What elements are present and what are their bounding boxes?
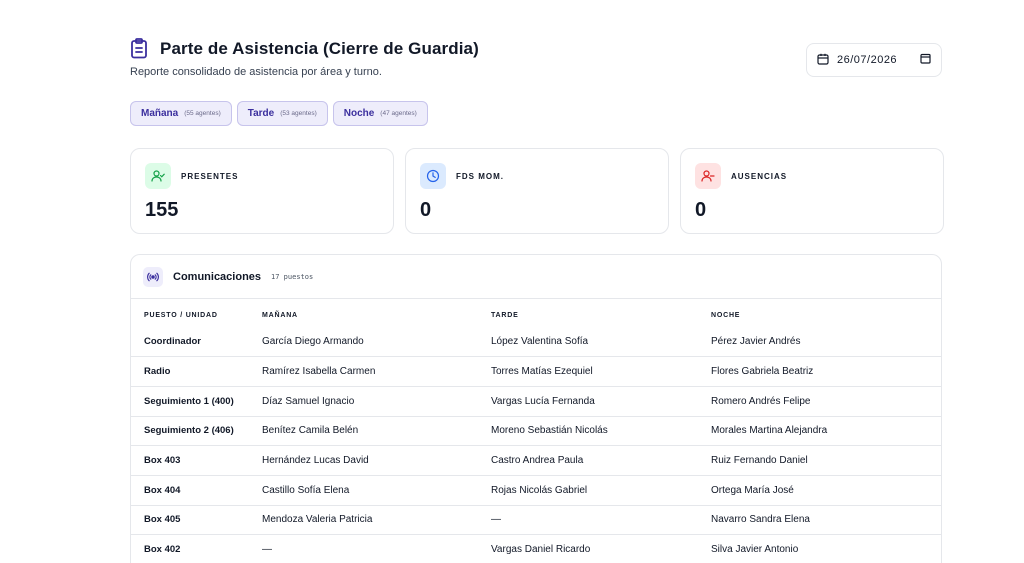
table-row: Coordinador García Diego Armando López V… [131, 327, 941, 357]
shift-label: Tarde [247, 108, 275, 119]
manana-cell: García Diego Armando [262, 336, 364, 348]
stat-card-fds: FDS MOM. 0 [405, 148, 669, 234]
panel-count: 17 puestos [271, 272, 314, 281]
calendar-icon [817, 53, 829, 68]
unit-cell: Box 404 [131, 474, 262, 506]
radio-icon [143, 266, 163, 287]
page-title: Parte de Asistencia (Cierre de Guardia) [160, 39, 479, 58]
user-check-icon [145, 163, 171, 189]
calendar-picker-icon[interactable] [920, 53, 931, 67]
noche-cell: Romero Andrés Felipe [711, 385, 941, 417]
manana-cell: Díaz Samuel Ignacio [262, 385, 491, 417]
stat-value: 155 [145, 199, 179, 221]
shift-filters: Mañana (55 agentes) Tarde (53 agentes) N… [130, 101, 428, 126]
stat-label: PRESENTES [181, 171, 239, 181]
tarde-cell: Torres Matías Ezequiel [491, 356, 711, 387]
noche-cell: Flores Gabriela Beatriz [711, 356, 941, 387]
stat-label: FDS MOM. [456, 171, 504, 181]
manana-cell: — [262, 534, 491, 563]
noche-cell: Morales Martina Alejandra [711, 415, 941, 446]
column-header: PUESTO / UNIDAD [144, 311, 218, 319]
stat-value: 0 [695, 199, 707, 221]
date-picker[interactable]: 26/07/2026 [806, 43, 942, 77]
table-row: Seguimiento 2 (406) Benítez Camila Belén… [131, 415, 941, 446]
stat-label: AUSENCIAS [731, 171, 788, 181]
page-subtitle: Reporte consolidado de asistencia por ár… [130, 66, 382, 78]
stat-card-presentes: PRESENTES 155 [130, 148, 394, 234]
clipboard-icon [130, 38, 150, 60]
table-row: Box 403 Hernández Lucas David Castro And… [131, 445, 941, 476]
manana-cell: Mendoza Valeria Patricia [262, 504, 491, 535]
panel-title: Comunicaciones [173, 270, 262, 283]
noche-cell: Silva Javier Antonio [711, 534, 941, 563]
unit-cell: Coordinador [144, 336, 201, 348]
table-header-row: PUESTO / UNIDAD MAÑANA TARDE NOCHE [131, 299, 941, 327]
noche-cell: Ruiz Fernando Daniel [711, 445, 941, 476]
shift-chip-noche[interactable]: Noche (47 agentes) [332, 101, 428, 126]
column-header: TARDE [491, 311, 519, 319]
noche-cell: Ortega María José [711, 474, 941, 506]
unit-cell: Box 402 [131, 534, 262, 563]
tarde-cell: Vargas Lucía Fernanda [491, 385, 711, 417]
unit-cell: Seguimiento 1 (400) [131, 385, 262, 417]
unit-cell: Box 403 [131, 445, 262, 476]
table-row: Box 404 Castillo Sofía Elena Rojas Nicol… [131, 474, 941, 506]
unit-cell: Radio [131, 356, 262, 387]
unit-cell: Seguimiento 2 (406) [131, 415, 262, 446]
shift-chip-manana[interactable]: Mañana (55 agentes) [130, 101, 232, 126]
table-row: Box 405 Mendoza Valeria Patricia — Navar… [131, 504, 941, 535]
stat-value: 0 [420, 199, 432, 221]
shift-count: (47 agentes) [380, 110, 417, 117]
noche-cell: Navarro Sandra Elena [711, 504, 941, 535]
tarde-cell: Moreno Sebastián Nicolás [491, 415, 711, 446]
stat-card-ausencias: AUSENCIAS 0 [680, 148, 944, 234]
shift-chip-tarde[interactable]: Tarde (53 agentes) [236, 101, 328, 126]
noche-cell: Pérez Javier Andrés [711, 336, 801, 348]
unit-cell: Box 405 [131, 504, 262, 535]
shift-label: Noche [343, 108, 375, 119]
manana-cell: Ramírez Isabella Carmen [262, 356, 491, 387]
tarde-cell: López Valentina Sofía [491, 336, 589, 348]
column-header: NOCHE [711, 311, 741, 319]
clock-icon [420, 163, 446, 189]
area-panel-comunicaciones: Comunicaciones 17 puestos PUESTO / UNIDA… [130, 254, 942, 563]
user-minus-icon [695, 163, 721, 189]
manana-cell: Benítez Camila Belén [262, 415, 491, 446]
date-value: 26/07/2026 [837, 54, 898, 66]
assignments-table: PUESTO / UNIDAD MAÑANA TARDE NOCHE Coord… [131, 299, 941, 563]
manana-cell: Hernández Lucas David [262, 445, 491, 476]
stats-row: PRESENTES 155 FDS MOM. 0 AUSENCIAS 0 [130, 148, 944, 234]
tarde-cell: Castro Andrea Paula [491, 445, 711, 476]
tarde-cell: Rojas Nicolás Gabriel [491, 474, 711, 506]
tarde-cell: — [491, 504, 711, 535]
shift-count: (53 agentes) [280, 110, 317, 117]
panel-header: Comunicaciones 17 puestos [131, 255, 941, 299]
shift-label: Mañana [141, 108, 179, 119]
column-header: MAÑANA [262, 311, 298, 319]
shift-count: (55 agentes) [184, 110, 221, 117]
page-header: Parte de Asistencia (Cierre de Guardia) … [130, 38, 479, 78]
table-row: Radio Ramírez Isabella Carmen Torres Mat… [131, 356, 941, 387]
table-row: Box 402 — Vargas Daniel Ricardo Silva Ja… [131, 534, 941, 563]
table-row: Seguimiento 1 (400) Díaz Samuel Ignacio … [131, 385, 941, 417]
tarde-cell: Vargas Daniel Ricardo [491, 534, 711, 563]
manana-cell: Castillo Sofía Elena [262, 474, 491, 506]
